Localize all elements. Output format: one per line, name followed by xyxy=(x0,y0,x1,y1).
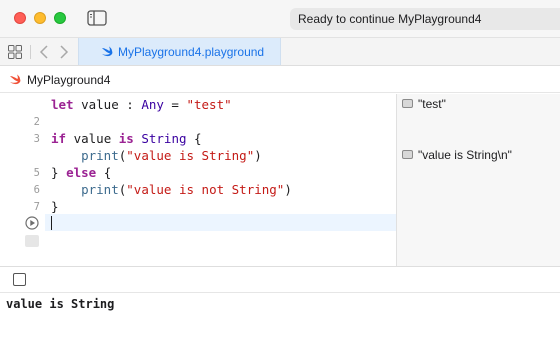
run-line-marker[interactable] xyxy=(25,235,39,247)
tab-playground[interactable]: MyPlayground4.playground xyxy=(78,38,281,65)
tab-bar: MyPlayground4.playground xyxy=(0,38,560,66)
minimize-window-button[interactable] xyxy=(34,12,46,24)
breadcrumb-item[interactable]: MyPlayground4 xyxy=(27,73,110,87)
console-area[interactable]: value is String xyxy=(0,293,560,364)
line-number: 5 xyxy=(33,167,40,179)
run-play-icon[interactable] xyxy=(25,216,39,230)
quick-look-icon[interactable] xyxy=(402,99,413,108)
activity-status: Ready to continue MyPlayground4 xyxy=(290,8,560,30)
related-items-grid-icon[interactable] xyxy=(8,45,22,59)
swift-icon xyxy=(10,74,21,85)
text-caret xyxy=(51,216,52,230)
current-line-highlight xyxy=(45,214,396,231)
debug-bar xyxy=(0,266,560,293)
result-value: "value is String\n" xyxy=(418,148,512,162)
line-number: 7 xyxy=(33,201,40,213)
code-line[interactable]: if value is String { xyxy=(51,131,202,146)
title-bar: Ready to continue MyPlayground4 xyxy=(0,0,560,38)
debug-area-toggle[interactable] xyxy=(13,273,26,286)
console-output: value is String xyxy=(6,297,115,311)
code-line[interactable]: print("value is String") xyxy=(51,148,262,163)
tab-label: MyPlayground4.playground xyxy=(118,45,265,59)
quick-look-icon[interactable] xyxy=(402,150,413,159)
chevron-right-icon[interactable] xyxy=(58,44,70,60)
line-number: 2 xyxy=(33,116,40,128)
status-text: Ready to continue MyPlayground4 xyxy=(298,12,482,26)
zoom-window-button[interactable] xyxy=(54,12,66,24)
code-editor[interactable]: 2 3 5 6 7 let value : Any = "test" if va… xyxy=(0,94,396,266)
code-line[interactable]: } xyxy=(51,199,59,214)
swift-icon xyxy=(102,46,113,57)
sidebar-toggle-icon[interactable] xyxy=(87,10,107,26)
result-value: "test" xyxy=(418,97,446,111)
code-line[interactable]: print("value is not String") xyxy=(51,182,292,197)
breadcrumb: MyPlayground4 xyxy=(0,66,560,93)
chevron-left-icon[interactable] xyxy=(38,44,50,60)
code-line[interactable]: let value : Any = "test" xyxy=(51,97,232,112)
nav-divider xyxy=(30,45,31,59)
close-window-button[interactable] xyxy=(14,12,26,24)
line-number: 6 xyxy=(33,184,40,196)
results-sidebar: "test" "value is String\n" xyxy=(396,94,560,266)
code-line[interactable]: } else { xyxy=(51,165,111,180)
line-number: 3 xyxy=(33,133,40,145)
